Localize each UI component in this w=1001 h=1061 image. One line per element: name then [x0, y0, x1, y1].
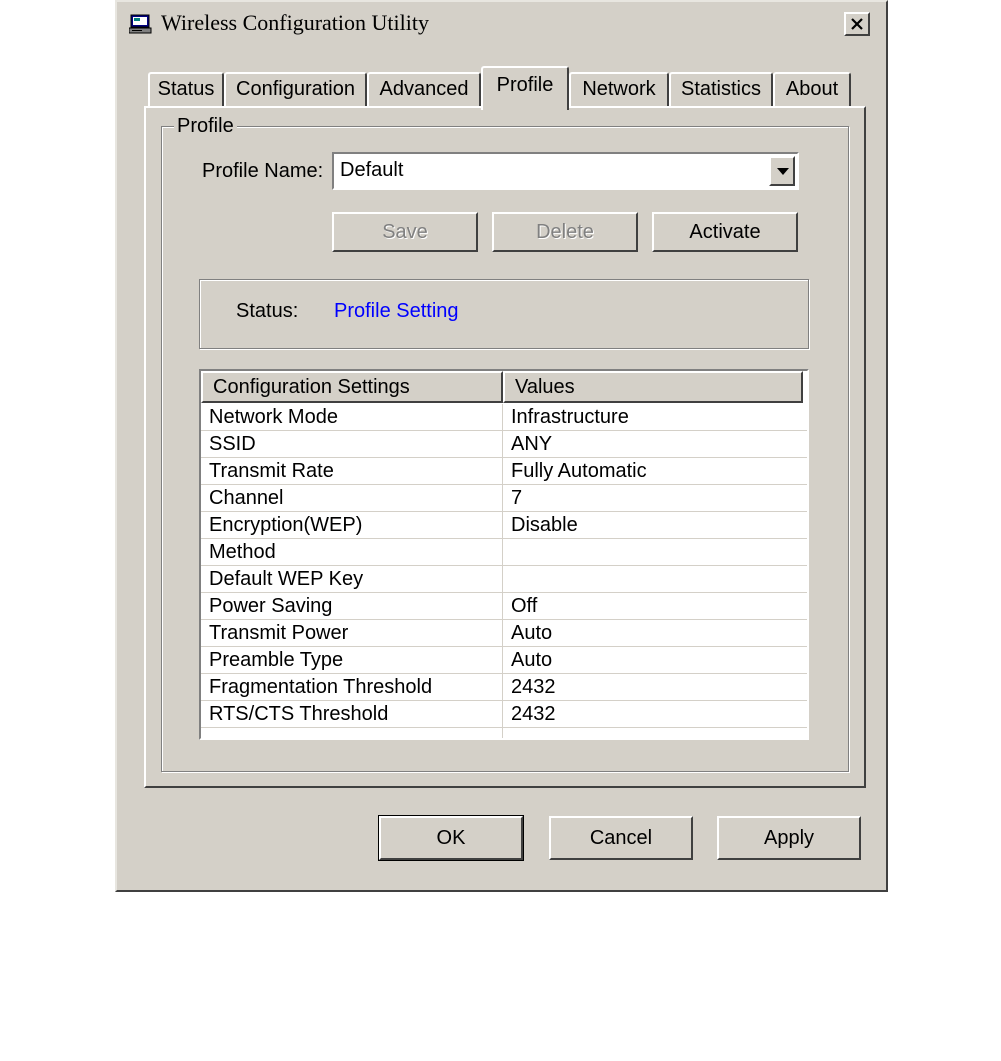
- setting-value: Infrastructure: [511, 406, 629, 428]
- setting-name: Fragmentation Threshold: [209, 676, 433, 698]
- ok-button[interactable]: OK: [378, 815, 524, 861]
- table-row[interactable]: Network Mode Infrastructure: [201, 404, 807, 431]
- settings-rows: Network Mode Infrastructure SSID ANY Tra…: [201, 404, 807, 728]
- status-label: Status:: [236, 300, 299, 322]
- chevron-down-icon[interactable]: [769, 156, 795, 186]
- setting-value: Auto: [511, 649, 553, 671]
- cancel-button[interactable]: Cancel: [549, 816, 693, 860]
- table-row[interactable]: Transmit Rate Fully Automatic: [201, 458, 807, 485]
- setting-value: 2432: [511, 676, 556, 698]
- column-header-settings[interactable]: Configuration Settings: [201, 371, 503, 403]
- tab-network[interactable]: Network: [569, 72, 669, 106]
- table-row[interactable]: Power Saving Off: [201, 593, 807, 620]
- profile-name-label: Profile Name:: [202, 160, 324, 182]
- setting-name: Transmit Rate: [209, 460, 334, 482]
- setting-name: Transmit Power: [209, 622, 349, 644]
- setting-name: Default WEP Key: [209, 568, 364, 590]
- profile-name-value: Default: [340, 159, 404, 181]
- table-row[interactable]: Preamble Type Auto: [201, 647, 807, 674]
- table-row[interactable]: Method: [201, 539, 807, 566]
- setting-value: Auto: [511, 622, 553, 644]
- setting-name: Method: [209, 541, 276, 563]
- tab-about[interactable]: About: [773, 72, 851, 106]
- window-title: Wireless Configuration Utility: [161, 10, 429, 35]
- computer-icon: [128, 14, 153, 34]
- setting-value: 2432: [511, 703, 556, 725]
- setting-name: RTS/CTS Threshold: [209, 703, 389, 725]
- save-button[interactable]: Save: [332, 212, 478, 252]
- profile-tab-panel: Profile Profile Name: Default Save Delet…: [144, 106, 866, 788]
- setting-value: Disable: [511, 514, 578, 536]
- setting-value: [511, 566, 801, 593]
- tab-status[interactable]: Status: [148, 72, 224, 106]
- profile-groupbox: Profile Profile Name: Default Save Delet…: [161, 114, 849, 772]
- profile-name-dropdown[interactable]: Default: [332, 152, 799, 190]
- close-button[interactable]: [844, 12, 870, 36]
- setting-value: 7: [511, 487, 523, 509]
- status-box: Status: Profile Setting: [199, 279, 809, 349]
- setting-name: Preamble Type: [209, 649, 344, 671]
- delete-button[interactable]: Delete: [492, 212, 638, 252]
- table-row[interactable]: Fragmentation Threshold 2432: [201, 674, 807, 701]
- activate-button[interactable]: Activate: [652, 212, 798, 252]
- setting-value: Off: [511, 595, 538, 617]
- setting-name: Encryption(WEP): [209, 514, 363, 536]
- setting-value: ANY: [511, 433, 553, 455]
- setting-value: Fully Automatic: [511, 460, 647, 482]
- setting-name: Channel: [209, 487, 284, 509]
- apply-button[interactable]: Apply: [717, 816, 861, 860]
- close-icon: [851, 13, 863, 36]
- column-header-values[interactable]: Values: [503, 371, 803, 403]
- table-row[interactable]: SSID ANY: [201, 431, 807, 458]
- table-row[interactable]: Default WEP Key: [201, 566, 807, 593]
- setting-name: SSID: [209, 433, 256, 455]
- table-row[interactable]: Transmit Power Auto: [201, 620, 807, 647]
- settings-header: Configuration Settings Values: [201, 371, 807, 403]
- tab-statistics[interactable]: Statistics: [669, 72, 773, 106]
- status-value: Profile Setting: [334, 300, 459, 322]
- tab-profile[interactable]: Profile: [481, 66, 569, 110]
- setting-name: Network Mode: [209, 406, 338, 428]
- setting-value: [511, 539, 801, 566]
- table-row[interactable]: Encryption(WEP) Disable: [201, 512, 807, 539]
- title-bar[interactable]: Wireless Configuration Utility: [119, 2, 884, 44]
- tab-configuration[interactable]: Configuration: [224, 72, 367, 106]
- settings-listview[interactable]: Configuration Settings Values Network Mo…: [199, 369, 809, 740]
- wireless-config-window: Wireless Configuration Utility Status Co…: [115, 0, 888, 892]
- table-row[interactable]: Channel 7: [201, 485, 807, 512]
- tab-advanced[interactable]: Advanced: [367, 72, 481, 106]
- setting-name: Power Saving: [209, 595, 333, 617]
- profile-group-label: Profile: [174, 114, 237, 138]
- table-row[interactable]: RTS/CTS Threshold 2432: [201, 701, 807, 728]
